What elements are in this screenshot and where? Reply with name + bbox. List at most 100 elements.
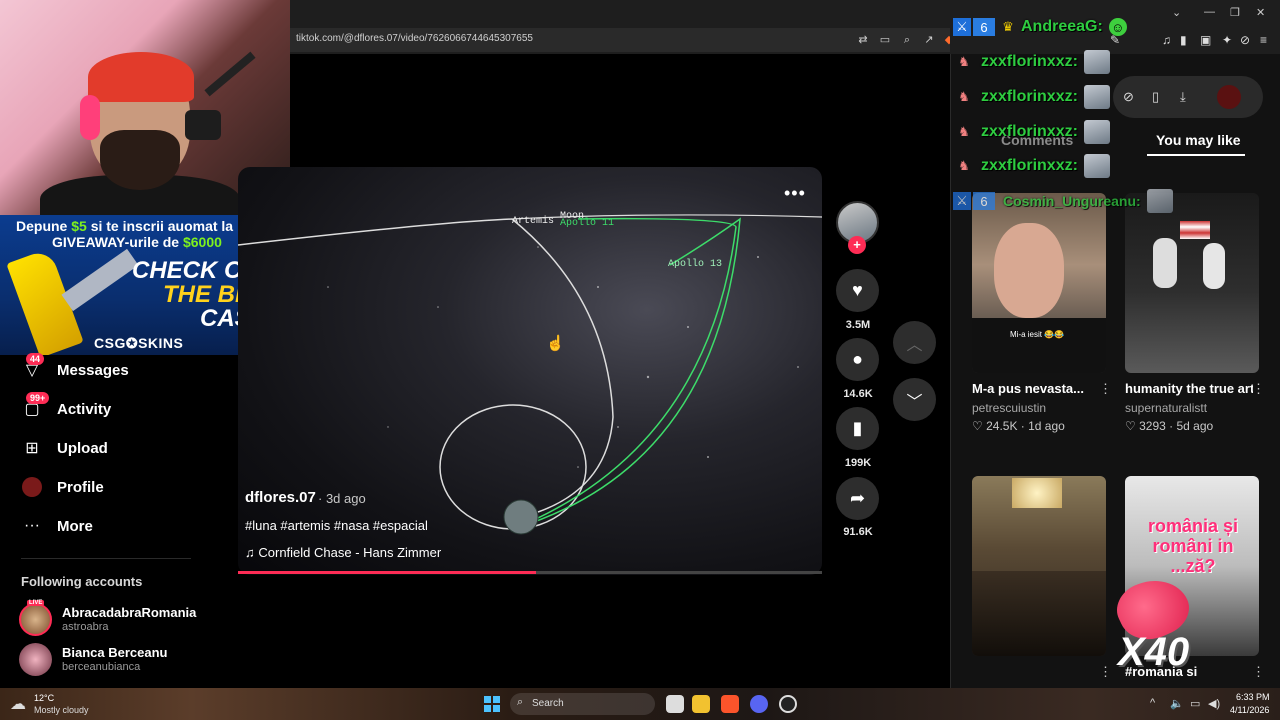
video-music[interactable]: ♫ Cornfield Chase - Hans Zimmer: [245, 545, 441, 560]
card-likes: ♡ 24.5K: [972, 419, 1018, 433]
video-thumbnail[interactable]: [972, 476, 1106, 656]
sparkle-icon[interactable]: ✦: [1222, 33, 1232, 47]
follow-plus-icon[interactable]: +: [848, 236, 866, 254]
cloud-icon[interactable]: ☁: [10, 694, 26, 714]
app-icon[interactable]: [779, 695, 797, 713]
sub-badge-icon: 6: [973, 192, 995, 210]
windows-start-icon[interactable]: [484, 696, 500, 712]
bookmark-icon: ▮: [852, 418, 863, 438]
chat-message: ♞ zxxflorinxxz:: [955, 119, 1110, 145]
profile-avatar-icon: [22, 477, 42, 497]
brave-browser-icon[interactable]: [721, 695, 739, 713]
sidebar-item-label: Profile: [57, 478, 104, 496]
clock-time[interactable]: 6:33 PM: [1236, 692, 1270, 702]
sword-badge-icon: ⚔: [953, 192, 971, 210]
network-icon[interactable]: ▭: [1190, 697, 1200, 710]
live-badge: LIVE: [27, 600, 45, 606]
thumbnail-overlay-text: românia și români in ...ză?: [1147, 516, 1239, 576]
promo-line-2: GIVEAWAY-urile de $6000: [52, 234, 222, 250]
download-icon[interactable]: ⤓: [1180, 89, 1186, 105]
kebab-menu-icon[interactable]: ⋮: [1252, 381, 1265, 397]
pepe-emote-icon: ☺: [1108, 18, 1127, 36]
card-meta: ♡ 3293 · 5d ago: [1125, 419, 1213, 433]
heart-icon: ♥: [852, 280, 863, 300]
sidebar-item-more[interactable]: ··· More: [22, 514, 93, 538]
sidebar-item-upload[interactable]: ⊞ Upload: [22, 436, 108, 460]
activity-icon: ▢ 99+: [22, 392, 50, 419]
kebab-menu-icon[interactable]: ⋮: [1252, 664, 1265, 680]
address-bar[interactable]: tiktok.com/@dflores.07/video/76260667446…: [290, 28, 953, 52]
wallet-icon[interactable]: ▣: [1200, 33, 1211, 47]
card-author[interactable]: supernaturalistt: [1125, 401, 1207, 415]
save-count: 199K: [844, 457, 872, 469]
like-button[interactable]: ♥: [836, 269, 879, 312]
taskbar-search[interactable]: ⌕ Search: [510, 693, 655, 715]
sidebar-item-profile[interactable]: Profile: [22, 475, 104, 499]
discord-icon[interactable]: [750, 695, 768, 713]
video-hashtags[interactable]: #luna #artemis #nasa #espacial: [245, 518, 428, 533]
share-button[interactable]: ➦: [836, 477, 879, 520]
save-button[interactable]: ▮: [836, 407, 879, 450]
video-thumbnail[interactable]: [1125, 193, 1259, 373]
volume-icon[interactable]: ◀): [1208, 697, 1220, 710]
vpn-icon[interactable]: ⊘: [1240, 33, 1250, 47]
next-video-button[interactable]: ﹀: [893, 378, 936, 421]
more-dots-icon: ···: [24, 517, 40, 534]
video-more-options-icon[interactable]: •••: [784, 183, 806, 204]
comment-button[interactable]: ●: [836, 338, 879, 381]
phone-icon[interactable]: ▯: [1152, 89, 1159, 105]
maximize-icon[interactable]: ❐: [1230, 6, 1240, 19]
kebab-menu-icon[interactable]: ⋮: [1099, 381, 1112, 397]
sidebar-icon[interactable]: ▮: [1180, 33, 1187, 47]
card-age: · 5d ago: [1169, 419, 1214, 433]
translate-icon[interactable]: ⇄: [856, 33, 870, 47]
user-avatar[interactable]: [1217, 85, 1241, 109]
video-date: · 3d ago: [318, 491, 366, 506]
task-view-icon[interactable]: [666, 695, 684, 713]
video-author[interactable]: dflores.07: [245, 489, 316, 506]
avatar: [19, 643, 52, 676]
divider: [21, 558, 191, 559]
emote-icon: ♞: [958, 158, 970, 173]
minimize-icon[interactable]: —: [1204, 6, 1215, 18]
chat-username: zxxflorinxxz:: [981, 157, 1078, 174]
chevron-down-icon[interactable]: ⌄: [1172, 6, 1181, 19]
chat-emote: [1083, 50, 1110, 74]
music-title: Cornfield Chase - Hans Zimmer: [258, 545, 442, 560]
chat-message: ⚔ 6 ♛ AndreeaG: ☺: [953, 14, 1127, 40]
card-title[interactable]: humanity the true art. #fyp #atheis...: [1125, 381, 1253, 396]
close-icon[interactable]: ✕: [1256, 6, 1265, 19]
tab-you-may-like[interactable]: You may like: [1156, 132, 1241, 148]
music-note-icon: ♫: [245, 545, 259, 560]
music-icon[interactable]: ♫: [1162, 33, 1171, 47]
account-name: Bianca Berceanu: [62, 645, 168, 660]
speaker-icon[interactable]: 🔈: [1170, 697, 1184, 710]
clock-date[interactable]: 4/11/2026: [1230, 705, 1269, 715]
sidebar-item-activity[interactable]: ▢ 99+ Activity: [22, 392, 111, 421]
chat-emote: [1146, 189, 1173, 213]
zoom-icon[interactable]: ⌕: [900, 33, 914, 47]
video-thumbnail[interactable]: Mi-a iesit 😂😂: [972, 193, 1106, 373]
comment-icon: ●: [852, 349, 863, 369]
card-meta: ♡ 24.5K · 1d ago: [972, 419, 1065, 433]
file-explorer-icon[interactable]: [692, 695, 710, 713]
kebab-menu-icon[interactable]: ⋮: [1099, 664, 1112, 680]
previous-video-button[interactable]: ︿: [893, 321, 936, 364]
card-title[interactable]: M-a pus nevasta...: [972, 381, 1100, 396]
chevron-up-icon: ︿: [906, 336, 923, 354]
sidebar-item-messages[interactable]: ▽ 44 Messages: [22, 353, 129, 382]
video-player[interactable]: Artemis Moon Apollo 11 Apollo 13: [238, 167, 822, 575]
weather-condition[interactable]: Mostly cloudy: [34, 705, 89, 715]
weather-temperature[interactable]: 12°C: [34, 693, 54, 703]
reader-icon[interactable]: ▭: [878, 33, 892, 47]
upload-icon: ⊞: [25, 440, 39, 457]
chevron-up-icon[interactable]: ^: [1150, 697, 1155, 709]
account-handle: astroabra: [62, 621, 109, 633]
video-progress-bar[interactable]: [238, 571, 822, 574]
menu-icon[interactable]: ≡: [1260, 33, 1267, 47]
promo-line-1: Depune $5 si te inscrii auomat la: [16, 218, 234, 234]
compass-icon[interactable]: ⊘: [1123, 89, 1134, 105]
share-icon[interactable]: ↗: [922, 33, 936, 47]
url-text[interactable]: tiktok.com/@dflores.07/video/76260667446…: [296, 33, 533, 44]
card-author[interactable]: petrescuiustin: [972, 401, 1046, 415]
